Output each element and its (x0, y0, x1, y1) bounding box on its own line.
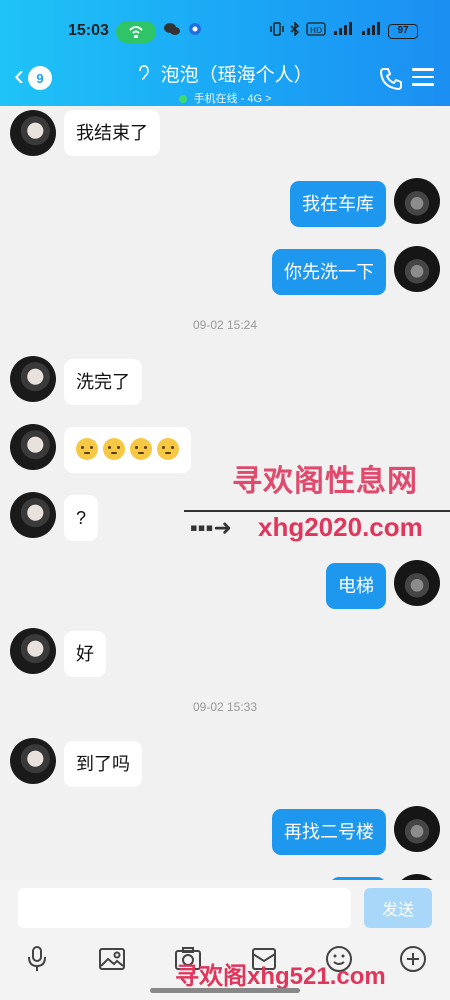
thinking-face-emoji (103, 438, 125, 461)
hotspot-icon (116, 21, 156, 43)
menu-icon-bar (412, 75, 434, 78)
online-dot-icon (178, 95, 187, 104)
contact-avatar[interactable] (10, 628, 56, 674)
ear-mode-icon (137, 65, 151, 84)
home-indicator[interactable] (150, 988, 300, 993)
app-notification-icon (188, 22, 202, 39)
message-input[interactable] (18, 888, 351, 928)
online-status: 手机在线 - 4G > (0, 90, 450, 106)
chat-title: 泡泡（瑶海个人） (160, 65, 313, 86)
watermark-url-bottom: 寻欢阁xhg521.com (175, 963, 386, 990)
my-avatar[interactable] (394, 560, 440, 606)
message-bubble[interactable]: 洗完了 (64, 359, 142, 405)
wechat-icon (164, 22, 180, 39)
contact-avatar[interactable] (10, 110, 56, 156)
thinking-face-emoji (157, 438, 179, 461)
svg-text:HD: HD (310, 26, 322, 35)
hd-icon: HD (306, 22, 326, 39)
message-bubble[interactable]: ? (64, 495, 99, 541)
phone-icon (380, 68, 402, 90)
thinking-face-emoji (130, 438, 152, 461)
contact-avatar[interactable] (10, 424, 56, 470)
image-button[interactable] (97, 944, 127, 974)
vibrate-icon (270, 22, 284, 39)
chat-header: 15:03 HD 97 ‹ 9 泡泡（瑶海个人） 手机在线 - 4G > (0, 0, 450, 106)
bluetooth-icon (290, 21, 300, 39)
signal-icon-1 (332, 22, 352, 39)
contact-avatar[interactable] (10, 492, 56, 538)
my-avatar[interactable] (394, 806, 440, 852)
timestamp-label: 09-02 15:33 (192, 700, 258, 714)
watermark-url: xhg2020.com (258, 512, 423, 542)
phone-call-button[interactable] (378, 66, 404, 92)
contact-avatar[interactable] (10, 356, 56, 402)
message-bubble[interactable]: 你先洗一下 (272, 249, 386, 295)
watermark-text: 寻欢阁性息网 (232, 465, 418, 498)
message-bubble[interactable]: 好 (64, 631, 106, 677)
message-bubble[interactable]: 到了吗 (64, 741, 142, 787)
my-avatar[interactable] (394, 178, 440, 224)
menu-icon-bar (412, 83, 434, 86)
timestamp-label: 09-02 15:24 (192, 318, 258, 332)
message-bubble[interactable]: 我结束了 (64, 110, 160, 156)
status-bar: 15:03 HD 97 (0, 0, 450, 60)
voice-button[interactable] (22, 944, 52, 974)
signal-icon-2 (360, 22, 380, 39)
emoji-message-bubble[interactable] (64, 427, 191, 473)
send-button[interactable]: 发送 (364, 888, 432, 928)
menu-icon-bar (412, 68, 434, 71)
menu-button[interactable] (412, 68, 434, 88)
message-bubble[interactable]: 再找二号楼 (272, 809, 386, 855)
contact-avatar[interactable] (10, 738, 56, 784)
microphone-icon (28, 946, 46, 971)
thinking-face-emoji (76, 438, 98, 461)
plus-button[interactable] (398, 944, 428, 974)
image-icon (99, 948, 125, 970)
message-bubble[interactable]: 我在车库 (290, 181, 386, 227)
plus-icon (400, 946, 426, 972)
online-status-text: 手机在线 - 4G > (193, 93, 272, 105)
message-bubble[interactable]: 电梯 (326, 563, 386, 609)
arrow-right-icon: ▪▪▪➜ (190, 515, 232, 540)
status-time: 15:03 (68, 22, 109, 39)
battery-indicator: 97 (388, 24, 418, 39)
my-avatar[interactable] (394, 246, 440, 292)
